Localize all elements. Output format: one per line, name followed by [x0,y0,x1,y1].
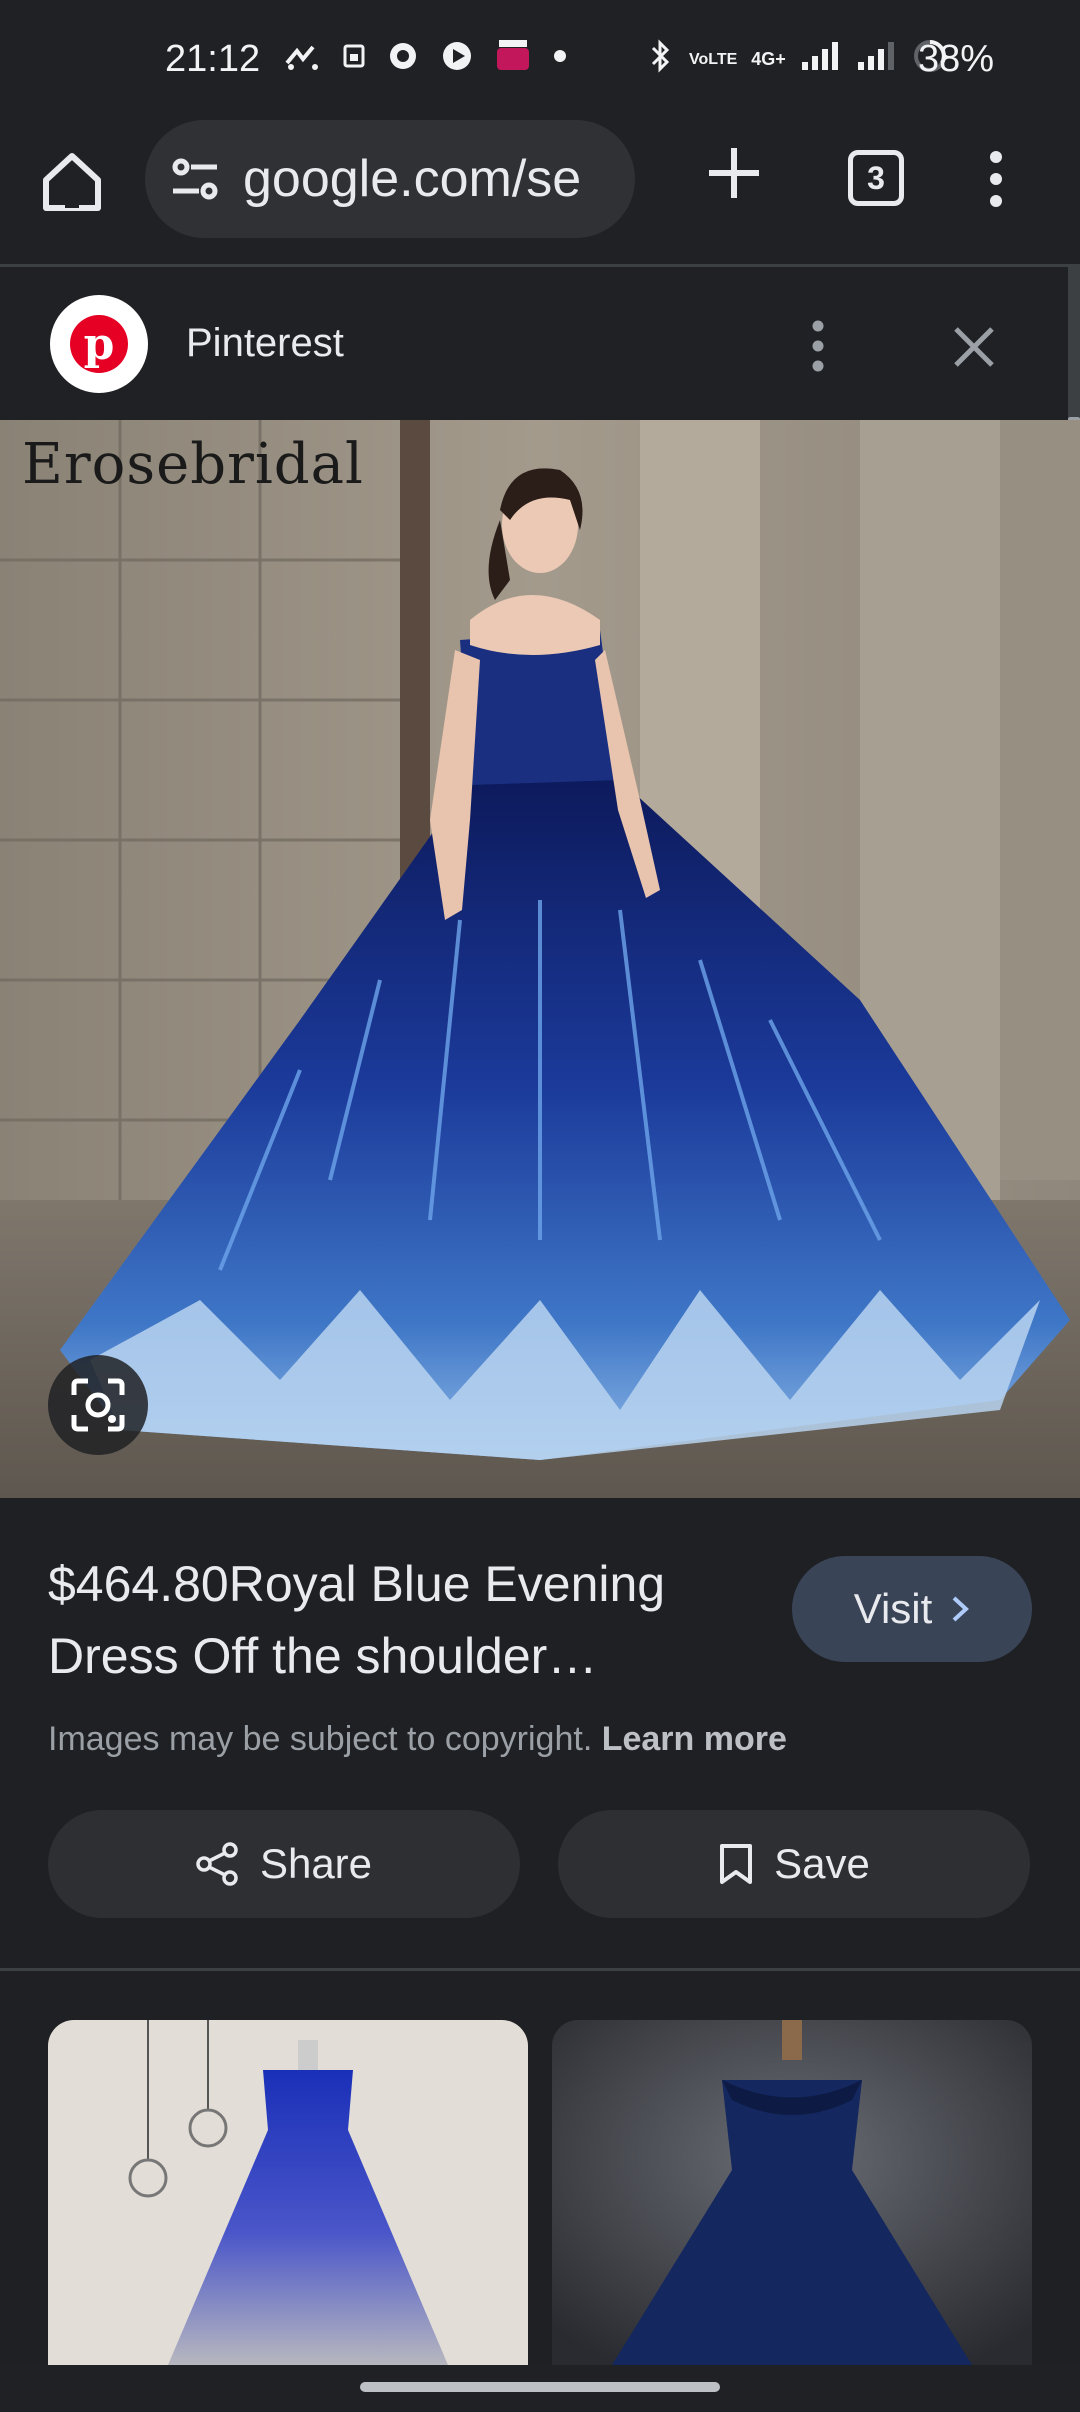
menu-button[interactable] [980,150,1012,208]
source-name[interactable]: Pinterest [186,321,344,366]
system-icons: VoLTE 4G+ [645,38,948,81]
related-image[interactable] [48,2020,528,2365]
result-title[interactable]: $464.80Royal Blue Evening Dress Off the … [48,1548,768,1692]
home-button[interactable] [38,148,106,216]
more-vert-icon [990,151,1002,207]
sim-icon [343,42,365,70]
battery-percentage: 38% [918,38,995,80]
learn-more-link[interactable]: Learn more [602,1720,787,1758]
new-tab-button[interactable] [705,144,763,202]
tab-switcher-button[interactable]: 3 [848,150,904,206]
sony-liv-icon [495,40,531,72]
network-type-icon: 4G+ [751,49,786,69]
status-time: 21:12 [165,38,261,80]
result-details: $464.80Royal Blue Evening Dress Off the … [0,1498,1080,1968]
image-watermark: Erosebridal [22,432,364,497]
volte-icon: VoLTE [689,50,738,68]
missed-call-icon [285,41,321,71]
home-icon [43,153,101,211]
scrollbar-track [1068,267,1080,417]
visit-label: Visit [853,1585,933,1632]
more-vert-icon [812,320,824,372]
copyright-notice: Images may be subject to copyright. Lear… [48,1720,787,1759]
main-image[interactable] [0,420,1080,1498]
status-bar: 21:12 VoLTE 4G+ 38% [0,0,1080,120]
site-settings-icon[interactable] [167,151,223,207]
address-bar[interactable]: google.com/se [145,120,635,238]
bookmark-icon [720,1844,753,1884]
close-button[interactable] [950,323,998,371]
share-label: Share [259,1840,373,1887]
visit-button[interactable]: Visit [792,1556,1032,1662]
copyright-text: Images may be subject to copyright. [48,1720,593,1758]
source-more-button[interactable] [808,319,828,373]
related-image[interactable] [552,2020,1032,2365]
section-divider [0,1968,1080,1971]
share-button[interactable]: Share [48,1810,520,1918]
browser-toolbar: google.com/se 3 [0,120,1080,265]
notification-icons [285,40,567,72]
close-icon [954,327,994,367]
bluetooth-icon [645,39,675,80]
more-notifications-dot-icon [553,49,567,63]
plus-icon [709,148,759,198]
play-icon [441,40,473,72]
gesture-handle[interactable] [360,2382,720,2392]
signal-strength-2-icon [856,40,898,79]
url-text[interactable]: google.com/se [243,149,623,209]
save-button[interactable]: Save [558,1810,1030,1918]
pinterest-logo-icon: p [50,295,148,393]
source-header: p Pinterest [0,267,1068,420]
signal-strength-icon [800,40,842,79]
save-label: Save [774,1840,870,1887]
google-lens-icon [71,1378,125,1432]
chevron-right-icon [952,1596,970,1622]
app-notification-icon [387,40,419,72]
lens-search-button[interactable] [48,1355,148,1455]
share-icon [196,1842,238,1886]
